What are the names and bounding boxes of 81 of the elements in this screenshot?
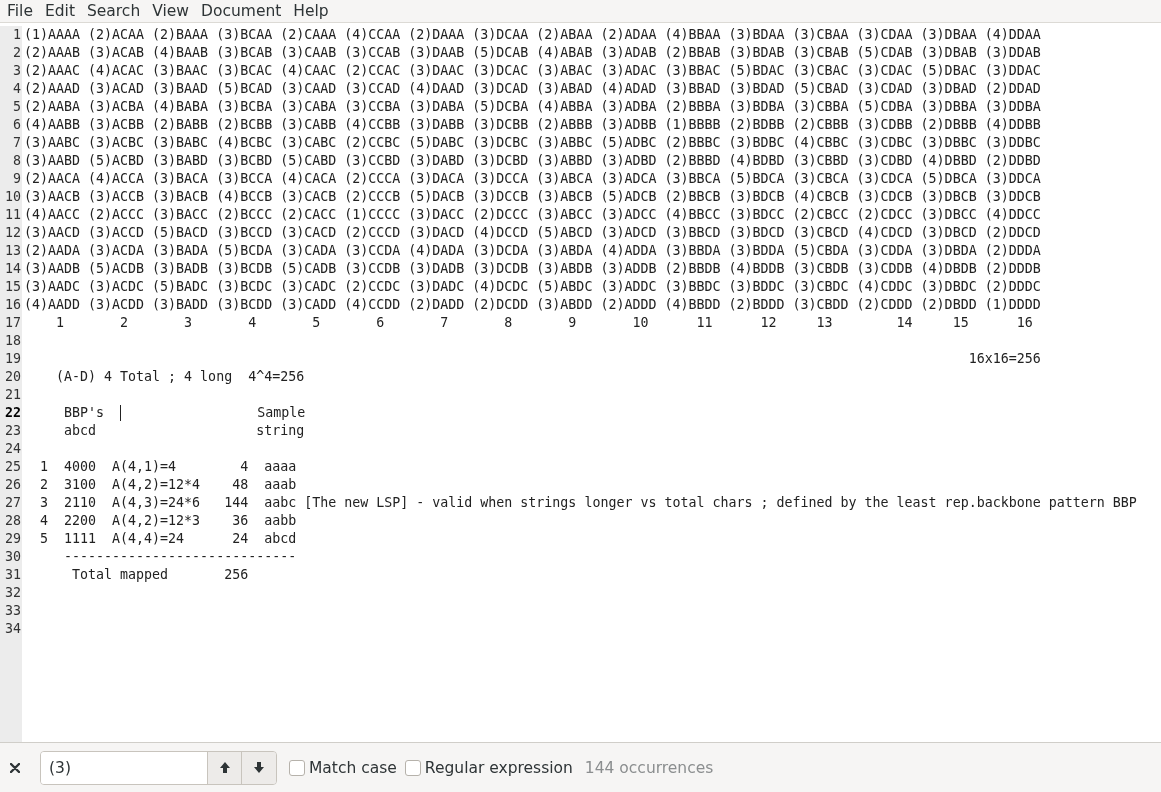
up-arrow-icon (219, 762, 230, 773)
line-number: 19 (4, 350, 22, 368)
code-line: (3)AADB (5)ACDB (3)BADB (3)BCDB (5)CADB (3)CCDB (3)DADB (3)DCDB (3)ABDB (3)ADDB (2)BBDB (4)BDDB (3)CBDB (3)CDDB (4)DBDB (2)DDDB (24, 261, 1041, 276)
line-number: 29 (4, 530, 22, 548)
line-number: 17 (4, 314, 22, 332)
menu-item[interactable]: Help (287, 1, 335, 21)
code-line: (2)AACA (4)ACCA (3)BACA (3)BCCA (4)CACA (2)CCCA (3)DACA (3)DCCA (3)ABCA (3)ADCA (3)BBCA (5)BDCA (3)CBCA (3)CDCA (5)DBCA (3)DDCA (24, 171, 1041, 186)
checkbox[interactable] (289, 759, 305, 776)
line-number: 15 (4, 278, 22, 296)
code-line: 4 2200 A(4,2)=12*3 36 aabb (39, 513, 297, 528)
line-number: 11 (4, 206, 22, 224)
line-number: 21 (4, 386, 22, 404)
line-number: 28 (4, 512, 22, 530)
line-number: 27 (4, 494, 22, 512)
code-line: (2)AAAB (3)ACAB (4)BAAB (3)BCAB (3)CAAB (3)CCAB (3)DAAB (5)DCAB (4)ABAB (3)ADAB (2)BBAB (3)BDAB (3)CBAB (5)CDAB (3)DBAB (3)DDAB (24, 45, 1041, 60)
code-line: (2)AAAC (4)ACAC (3)BAAC (3)BCAC (4)CAAC (2)CCAC (3)DAAC (3)DCAC (3)ABAC (3)ADAC (3)BBAC (5)BDAC (3)CBAC (3)CDAC (5)DBAC (3)DDAC (24, 63, 1041, 78)
line-number: 8 (12, 152, 22, 170)
code-line: (3)AABD (5)ACBD (3)BABD (3)BCBD (5)CABD (3)CCBD (3)DABD (3)DCBD (3)ABBD (3)ADBD (2)BBBD (4)BDBD (3)CBBD (3)CDBD (4)DBBD (2)DDBD (24, 153, 1041, 168)
code-line: (3)AACB (3)ACCB (3)BACB (4)BCCB (3)CACB (2)CCCB (5)DACB (3)DCCB (3)ABCB (5)ADCB (2)BBCB (3)BDCB (4)CBCB (3)CDCB (3)DBCB (3)DDCB (24, 189, 1041, 204)
code-line: 3 2110 A(4,3)=24*6 144 aabc [The new LSP] - valid when strings longer vs total chars ; defined by the least rep.backbone pattern BBP (39, 495, 1137, 510)
code-line: (2)AABA (3)ACBA (4)BABA (3)BCBA (3)CABA (3)CCBA (3)DABA (5)DCBA (4)ABBA (3)ADBA (2)BBBA (3)BDBA (3)CBBA (5)CDBA (3)DBBA (3)DDBA (24, 99, 1041, 114)
next-match-button[interactable] (242, 751, 276, 784)
line-number: 34 (4, 620, 22, 638)
line-number: 2 (12, 44, 22, 62)
code-line: ----------------------------- (63, 549, 297, 564)
code-line: abcd string (63, 423, 305, 438)
menu-item[interactable]: Document (195, 1, 288, 21)
line-number: 1 (12, 26, 22, 44)
code-line: BBP's (63, 405, 106, 420)
code-line: 16x16=256 (967, 351, 1041, 366)
line-number: 30 (4, 548, 22, 566)
text-cursor (120, 405, 122, 421)
match-count: 144 occurrences (584, 758, 714, 777)
line-number: 5 (12, 98, 22, 116)
line-number: 4 (12, 80, 22, 98)
code-line: (2)AAAD (3)ACAD (3)BAAD (5)BCAD (3)CAAD (3)CCAD (4)DAAD (3)DCAD (3)ABAD (4)ADAD (3)BBAD (3)BDAD (5)CBAD (3)CDAD (3)DBAD (2)DDAD (24, 81, 1041, 96)
line-number: 3 (12, 62, 22, 80)
code-line: 1 4000 A(4,1)=4 4 aaaa (39, 459, 297, 474)
checkbox-label[interactable]: Match case (309, 758, 397, 777)
line-number: 7 (12, 134, 22, 152)
line-number: 31 (4, 566, 22, 584)
line-number: 32 (4, 584, 22, 602)
line-number: 9 (12, 170, 22, 188)
search-field[interactable]: (3) (41, 751, 208, 784)
line-number: 25 (4, 458, 22, 476)
menu-item[interactable]: Edit (38, 1, 81, 21)
code-line: (4)AABB (3)ACBB (2)BABB (2)BCBB (3)CABB (4)CCBB (3)DABB (3)DCBB (2)ABBB (3)ADBB (1)BBBB (2)BDBB (2)CBBB (3)CDBB (2)DBBB (4)DDBB (24, 117, 1041, 132)
line-number: 16 (4, 296, 22, 314)
line-number: 12 (4, 224, 22, 242)
menu-item[interactable]: File (1, 1, 39, 21)
code-line: (3)AACD (3)ACCD (5)BACD (3)BCCD (3)CACD (2)CCCD (3)DACD (4)DCCD (5)ABCD (3)ADCD (3)BBCD (3)BDCD (3)CBCD (4)CDCD (3)DBCD (2)DDCD (24, 225, 1041, 240)
line-number: 6 (12, 116, 22, 134)
line-number: 10 (4, 188, 22, 206)
code-line: (4)AACC (2)ACCC (3)BACC (2)BCCC (2)CACC (1)CCCC (3)DACC (2)DCCC (3)ABCC (3)ADCC (4)BBCC (3)BDCC (2)CBCC (2)CDCC (3)DBCC (4)DDCC (24, 207, 1041, 222)
down-arrow-icon (254, 762, 264, 773)
line-number: 20 (4, 368, 22, 386)
line-number: 23 (4, 422, 22, 440)
code-line: Total mapped 256 (71, 567, 249, 582)
code-line: 5 1111 A(4,4)=24 24 abcd (39, 531, 297, 546)
line-number: 33 (4, 602, 22, 620)
menu-item[interactable]: Search (80, 1, 147, 21)
line-number: 13 (4, 242, 22, 260)
code-line: (3)AABC (3)ACBC (3)BABC (4)BCBC (3)CABC (2)CCBC (5)DABC (3)DCBC (3)ABBC (5)ADBC (2)BBBC (3)BDBC (4)CBBC (3)CDBC (3)DBBC (3)DDBC (24, 135, 1041, 150)
line-number: 22 (4, 404, 22, 422)
code-line: (3)AADC (3)ACDC (5)BADC (3)BCDC (3)CADC (2)CCDC (3)DADC (4)DCDC (5)ABDC (3)ADDC (3)BBDC (3)BDDC (3)CBDC (4)CDDC (3)DBDC (2)DDDC (24, 279, 1041, 294)
line-number: 18 (4, 332, 22, 350)
line-number: 26 (4, 476, 22, 494)
code-line: 2 3100 A(4,2)=12*4 48 aaab (39, 477, 297, 492)
checkbox-label[interactable]: Regular expression (424, 758, 573, 777)
code-text: Sample (256, 405, 306, 420)
code-line: (A-D) 4 Total ; 4 long 4^4=256 (55, 369, 305, 384)
checkbox[interactable] (404, 759, 421, 776)
code-line: (1)AAAA (2)ACAA (2)BAAA (3)BCAA (2)CAAA (4)CCAA (2)DAAA (3)DCAA (2)ABAA (2)ADAA (4)BBAA (3)BDAA (3)CBAA (3)CDAA (3)DBAA (4)DDAA (24, 27, 1041, 42)
menu-item[interactable]: View (146, 1, 196, 21)
previous-match-button[interactable] (208, 751, 242, 784)
line-number: 14 (4, 260, 22, 278)
code-line: (4)AADD (3)ACDD (3)BADD (3)BCDD (3)CADD (4)CCDD (2)DADD (2)DCDD (3)ABDD (2)ADDD (4)BBDD (2)BDDD (3)CBDD (2)CDDD (2)DBDD (1)DDDD (24, 297, 1041, 312)
close-icon[interactable] (10, 762, 20, 773)
code-line: 1 2 3 4 5 6 7 8 9 10 11 12 13 14 15 16 (55, 315, 1033, 330)
code-line: (2)AADA (3)ACDA (3)BADA (5)BCDA (3)CADA (3)CCDA (4)DADA (3)DCDA (3)ABDA (4)ADDA (3)BBDA (3)BDDA (5)CBDA (3)CDDA (3)DBDA (2)DDDA (24, 243, 1041, 258)
line-number: 24 (4, 440, 22, 458)
